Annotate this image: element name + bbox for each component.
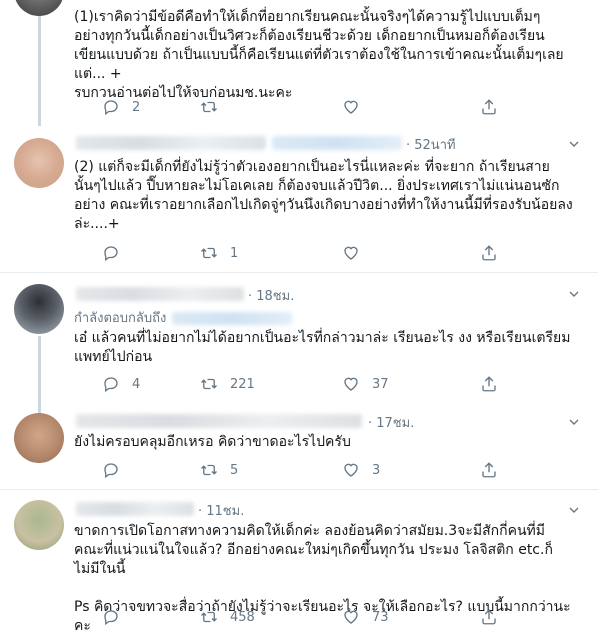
more-button[interactable] (566, 414, 582, 430)
avatar[interactable] (14, 284, 64, 334)
retweet-icon (201, 464, 217, 476)
retweet-icon (201, 247, 217, 259)
like-button[interactable]: 3 (342, 460, 380, 480)
retweet-button[interactable]: 5 (200, 460, 238, 480)
replying-to[interactable]: กำลังตอบกลับถึง (74, 307, 293, 328)
author-name[interactable] (76, 287, 244, 301)
replying-handle[interactable] (172, 312, 293, 325)
retweet-button[interactable]: 221 (200, 374, 255, 394)
reply-icon (104, 377, 118, 393)
share-icon (482, 99, 496, 115)
tweet-actions: 5 3 (74, 460, 514, 480)
reply-count: 4 (132, 376, 141, 392)
more-button[interactable] (566, 286, 582, 302)
heart-icon (344, 100, 358, 114)
reply-icon (104, 610, 118, 626)
tweet-actions: 2 (74, 97, 514, 117)
chevron-down-icon (569, 507, 579, 513)
more-button[interactable] (566, 502, 582, 518)
reply-button[interactable] (102, 607, 132, 627)
tweet-0[interactable]: (1)เราคิดว่ามีข้อดีคือทำให้เด็กที่อยากเร… (0, 0, 598, 126)
thread-line (38, 405, 41, 413)
heart-icon (344, 246, 358, 260)
share-button[interactable] (480, 607, 498, 627)
avatar[interactable] (14, 413, 64, 463)
reply-icon (104, 100, 118, 116)
heart-icon (344, 610, 358, 624)
tweet-text: เอ๋ แล้วคนที่ไม่อยากไม่ได้อยากเป็นอะไรที… (74, 330, 571, 365)
reply-count: 2 (132, 99, 141, 115)
tweet-4[interactable]: · 11ชม. ขาดการเปิดโอกาสทางความคิดให้เด็ก… (0, 490, 598, 634)
share-icon (482, 376, 496, 392)
retweet-count: 1 (230, 245, 239, 261)
retweet-icon (201, 101, 217, 113)
tweet-text: (2) แต่ก็จะมีเด็กที่ยังไม่รู้ว่าตัวเองอย… (74, 159, 573, 232)
like-count: 37 (372, 376, 389, 392)
tweet-time[interactable]: · 11ชม. (198, 500, 244, 521)
retweet-button[interactable] (200, 97, 230, 117)
author-name[interactable] (76, 136, 266, 150)
author-name[interactable] (76, 414, 362, 428)
like-button[interactable] (342, 243, 372, 263)
share-icon (482, 462, 496, 478)
chevron-down-icon (569, 141, 579, 147)
share-button[interactable] (480, 243, 498, 263)
retweet-icon (201, 611, 217, 623)
reply-button[interactable]: 4 (102, 374, 140, 394)
reply-icon (104, 463, 118, 479)
share-button[interactable] (480, 374, 498, 394)
replying-label: กำลังตอบกลับถึง (74, 311, 167, 326)
retweet-icon (201, 378, 217, 390)
reply-icon (104, 246, 118, 262)
tweet-2[interactable]: · 18ชม. กำลังตอบกลับถึง เอ๋ แล้วคนที่ไม่… (0, 273, 598, 405)
thread-line (38, 336, 41, 405)
tweet-actions: 4 221 37 (74, 374, 514, 394)
share-button[interactable] (480, 97, 498, 117)
tweet-1[interactable]: · 52นาที (2) แต่ก็จะมีเด็กที่ยังไม่รู้ว่… (0, 126, 598, 272)
chevron-down-icon (569, 419, 579, 425)
more-button[interactable] (566, 136, 582, 152)
reply-button[interactable] (102, 460, 132, 480)
share-icon (482, 609, 496, 625)
author-handle[interactable] (272, 136, 402, 150)
heart-icon (344, 377, 358, 391)
tweet-time[interactable]: · 52นาที (406, 134, 456, 155)
thread-line (38, 16, 41, 126)
like-button[interactable]: 73 (342, 607, 389, 627)
tweet-text: (1)เราคิดว่ามีข้อดีคือทำให้เด็กที่อยากเร… (74, 9, 564, 101)
like-button[interactable] (342, 97, 372, 117)
tweet-actions: 458 73 (74, 607, 514, 627)
tweet-time[interactable]: · 17ชม. (368, 412, 414, 433)
retweet-count: 221 (230, 376, 255, 392)
chevron-down-icon (569, 291, 579, 297)
like-button[interactable]: 37 (342, 374, 389, 394)
retweet-count: 5 (230, 462, 239, 478)
retweet-button[interactable]: 1 (200, 243, 238, 263)
heart-icon (344, 463, 358, 477)
share-icon (482, 245, 496, 261)
share-button[interactable] (480, 460, 498, 480)
like-count: 73 (372, 609, 389, 625)
tweet-time[interactable]: · 18ชม. (248, 285, 294, 306)
retweet-button[interactable]: 458 (200, 607, 255, 627)
reply-button[interactable] (102, 243, 132, 263)
retweet-count: 458 (230, 609, 255, 625)
reply-button[interactable]: 2 (102, 97, 140, 117)
author-name[interactable] (76, 502, 194, 516)
tweet-actions: 1 (74, 243, 514, 263)
avatar[interactable] (14, 0, 64, 16)
tweet-text: ยังไม่ครอบคลุมอีกเหรอ คิดว่าขาดอะไรไปครั… (74, 434, 351, 450)
tweet-3[interactable]: · 17ชม. ยังไม่ครอบคลุมอีกเหรอ คิดว่าขาดอ… (0, 405, 598, 489)
avatar[interactable] (14, 138, 64, 188)
avatar[interactable] (14, 500, 64, 550)
like-count: 3 (372, 462, 381, 478)
